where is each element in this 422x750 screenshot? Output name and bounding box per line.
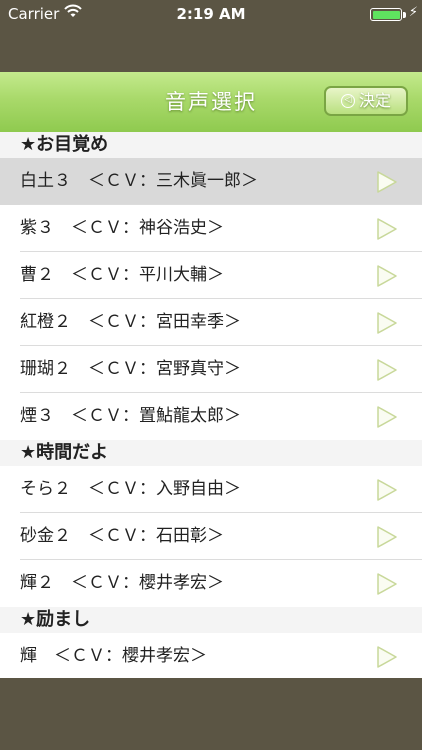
list-item-label: 煙３ ＜ＣＶ：置鮎龍太郎＞ (20, 406, 241, 426)
list-item[interactable]: 白土３ ＜ＣＶ：三木眞一郎＞ (0, 158, 422, 205)
list-item-label: そら２ ＜ＣＶ：入野自由＞ (20, 479, 241, 499)
list-item[interactable]: そら２ ＜ＣＶ：入野自由＞ (0, 466, 422, 513)
list-item[interactable]: 紅橙２ ＜ＣＶ：宮田幸季＞ (0, 299, 422, 346)
list-item-label: 白土３ ＜ＣＶ：三木眞一郎＞ (20, 171, 258, 191)
list-item-label: 輝 ＜ＣＶ：櫻井孝宏＞ (20, 646, 207, 666)
list-item-label: 輝２ ＜ＣＶ：櫻井孝宏＞ (20, 573, 224, 593)
bottom-bar (0, 678, 422, 750)
nav-bar: 音声選択 ◁ 決定 (0, 72, 422, 132)
status-bar: Carrier 2:19 AM ⚡ (0, 0, 422, 28)
play-icon[interactable] (376, 526, 398, 548)
voice-list[interactable]: ★お目覚め 白土３ ＜ＣＶ：三木眞一郎＞ 紫３ ＜ＣＶ：神谷浩史＞ 曹２ ＜ＣＶ… (0, 132, 422, 678)
list-item-label: 紅橙２ ＜ＣＶ：宮田幸季＞ (20, 312, 241, 332)
list-item[interactable]: 煙３ ＜ＣＶ：置鮎龍太郎＞ (0, 393, 422, 440)
play-icon[interactable] (376, 359, 398, 381)
bolt-icon: ⚡ (408, 5, 418, 20)
play-icon[interactable] (376, 406, 398, 428)
back-circle-icon: ◁ (340, 93, 355, 108)
play-icon[interactable] (376, 573, 398, 595)
play-icon[interactable] (376, 479, 398, 501)
list-item-label: 砂金２ ＜ＣＶ：石田彰＞ (20, 526, 224, 546)
list-item[interactable]: 砂金２ ＜ＣＶ：石田彰＞ (0, 513, 422, 560)
list-item[interactable]: 曹２ ＜ＣＶ：平川大輔＞ (0, 252, 422, 299)
list-item[interactable]: 輝 ＜ＣＶ：櫻井孝宏＞ (0, 633, 422, 678)
list-item-label: 曹２ ＜ＣＶ：平川大輔＞ (20, 265, 224, 285)
decide-label: 決定 (358, 91, 391, 110)
play-icon[interactable] (376, 171, 398, 193)
list-item[interactable]: 紫３ ＜ＣＶ：神谷浩史＞ (0, 205, 422, 252)
decide-button[interactable]: ◁ 決定 (324, 86, 408, 116)
status-time: 2:19 AM (176, 5, 246, 23)
list-item[interactable]: 輝２ ＜ＣＶ：櫻井孝宏＞ (0, 560, 422, 607)
play-icon[interactable] (376, 646, 398, 668)
battery-icon (370, 8, 402, 21)
play-icon[interactable] (376, 218, 398, 240)
list-item-label: 珊瑚２ ＜ＣＶ：宮野真守＞ (20, 359, 241, 379)
battery-cap (403, 12, 406, 18)
section-header: ★時間だよ (0, 440, 422, 466)
list-item-label: 紫３ ＜ＣＶ：神谷浩史＞ (20, 218, 224, 238)
section-header: ★励まし (0, 607, 422, 633)
play-icon[interactable] (376, 312, 398, 334)
list-item[interactable]: 珊瑚２ ＜ＣＶ：宮野真守＞ (0, 346, 422, 393)
section-header: ★お目覚め (0, 132, 422, 158)
play-icon[interactable] (376, 265, 398, 287)
